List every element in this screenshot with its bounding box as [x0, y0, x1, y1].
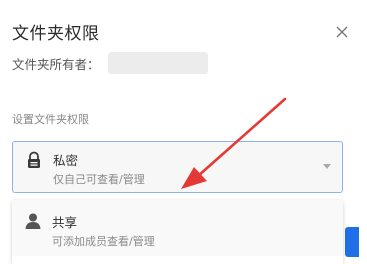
owner-label: 文件夹所有者： — [12, 57, 100, 72]
permission-section-label: 设置文件夹权限 — [12, 113, 89, 126]
permission-select[interactable]: 私密 仅自己可查看/管理 — [12, 141, 343, 193]
user-icon — [25, 213, 41, 229]
selected-option-subtitle: 仅自己可查看/管理 — [53, 173, 145, 186]
dialog-title: 文件夹权限 — [12, 24, 100, 44]
confirm-button[interactable] — [345, 227, 359, 257]
owner-name-redacted — [108, 52, 208, 74]
dropdown-option-shared[interactable]: 共享 可添加成员查看/管理 — [12, 200, 343, 256]
option-title: 共享 — [52, 215, 78, 230]
folder-permission-dialog: 文件夹权限 文件夹所有者： 设置文件夹权限 私密 仅自己可查看/管理 共享 可添… — [0, 0, 367, 264]
lock-icon — [28, 151, 40, 168]
close-icon[interactable] — [330, 20, 354, 44]
selected-option-title: 私密 — [53, 153, 79, 168]
option-subtitle: 可添加成员查看/管理 — [52, 235, 155, 248]
permission-dropdown: 共享 可添加成员查看/管理 — [12, 200, 343, 264]
chevron-down-icon — [323, 164, 331, 169]
